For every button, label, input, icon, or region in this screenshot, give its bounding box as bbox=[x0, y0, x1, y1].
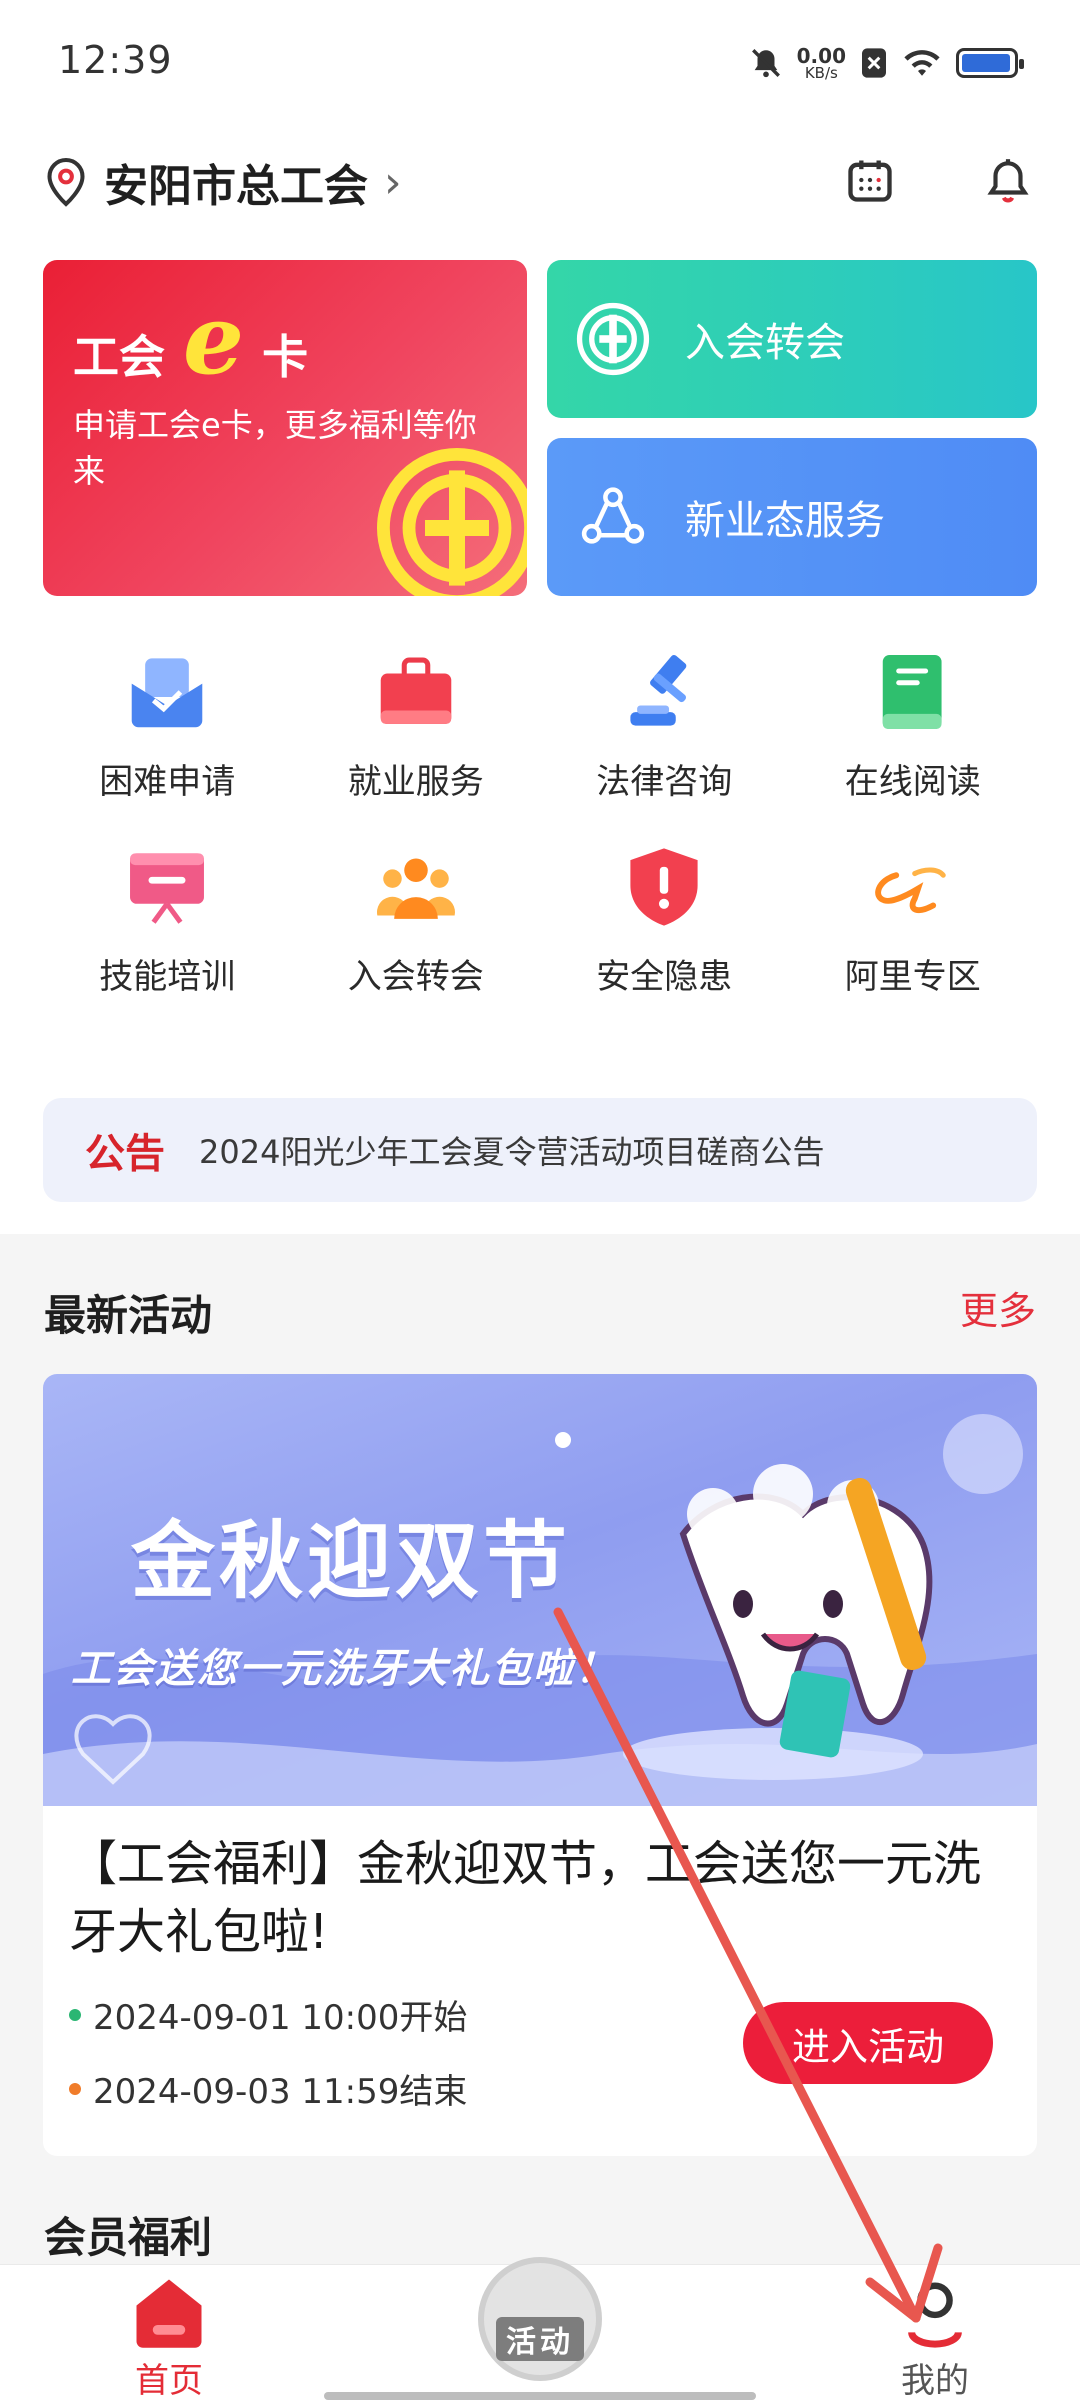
new-business-card[interactable]: 新业态服务 bbox=[547, 438, 1037, 596]
status-bar: 12:39 0.00 KB/s bbox=[0, 0, 1080, 130]
net-speed: 0.00 KB/s bbox=[797, 46, 846, 81]
activity-card[interactable]: 金秋迎双节 工会送您一元洗牙大礼包啦！ 【工会福利】金秋迎双节，工会送您一元洗牙… bbox=[43, 1374, 1037, 2156]
notice-bar[interactable]: 公告 2024阳光少年工会夏令营活动项目磋商公告 bbox=[43, 1098, 1037, 1202]
gavel-icon bbox=[630, 654, 687, 726]
sim-blocked-icon bbox=[862, 48, 886, 78]
ecard-banner[interactable]: 工会 e 卡 申请工会e卡，更多福利等你来 bbox=[43, 260, 527, 596]
enter-activity-button[interactable]: 进入活动 bbox=[743, 2002, 993, 2084]
banner-title: 金秋迎双节 bbox=[131, 1512, 572, 1610]
location-pin-icon bbox=[47, 157, 85, 207]
network-nodes-icon bbox=[581, 487, 645, 544]
activity-title: 【工会福利】金秋迎双节，工会送您一元洗牙大礼包啦! bbox=[69, 1836, 982, 1960]
envelope-icon bbox=[131, 658, 203, 728]
nav-mine[interactable]: 我的 bbox=[900, 2275, 970, 2402]
service-grid: 困难申请 就业服务 法律咨询 在线阅读 技能培训 入会转会 安全隐患 阿里专区 bbox=[43, 650, 1037, 998]
notice-text: 2024阳光少年工会夏令营活动项目磋商公告 bbox=[199, 1133, 825, 1171]
bell-icon bbox=[987, 159, 1029, 203]
calendar-icon bbox=[848, 160, 892, 202]
shield-alert-icon bbox=[630, 848, 698, 926]
bottom-nav: 首页 活动 我的 bbox=[0, 2257, 1080, 2408]
nav-activity[interactable]: 活动 bbox=[478, 2257, 602, 2381]
people-icon bbox=[376, 858, 455, 919]
location-name: 安阳市总工会 bbox=[104, 161, 368, 212]
grid-label: 阿里专区 bbox=[844, 957, 981, 997]
grid-item-legal[interactable]: 法律咨询 bbox=[540, 650, 789, 803]
header: 安阳市总工会 › bbox=[0, 130, 1080, 230]
nav-home-label: 首页 bbox=[135, 2361, 203, 2401]
nav-home[interactable]: 首页 bbox=[130, 2275, 208, 2402]
home-indicator[interactable] bbox=[324, 2392, 756, 2400]
grid-label: 就业服务 bbox=[347, 762, 484, 802]
join-transfer-label: 入会转会 bbox=[685, 320, 845, 366]
grid-item-hardship[interactable]: 困难申请 bbox=[43, 650, 292, 803]
status-icons: 0.00 KB/s bbox=[749, 38, 1024, 88]
grid-item-safety[interactable]: 安全隐患 bbox=[540, 845, 789, 998]
union-badge-icon bbox=[576, 302, 650, 376]
union-logo-icon bbox=[377, 448, 527, 596]
briefcase-icon bbox=[380, 657, 452, 724]
banner-subtitle: 工会送您一元洗牙大礼包啦！ bbox=[71, 1646, 617, 1692]
book-icon bbox=[882, 655, 942, 729]
grid-label: 在线阅读 bbox=[844, 762, 981, 802]
battery-icon bbox=[956, 48, 1024, 78]
activity-end-time: 2024-09-03 11:59结束 bbox=[69, 2064, 467, 2113]
end-dot bbox=[69, 2082, 81, 2095]
whiteboard-icon bbox=[130, 853, 205, 924]
ecard-title-e: e bbox=[183, 283, 245, 396]
grid-label: 困难申请 bbox=[99, 762, 236, 802]
start-dot bbox=[69, 2008, 81, 2021]
notice-tag: 公告 bbox=[85, 1130, 165, 1177]
calendar-button[interactable] bbox=[838, 148, 902, 212]
nav-activity-label: 活动 bbox=[496, 2317, 584, 2361]
grid-item-alibaba[interactable]: 阿里专区 bbox=[789, 845, 1038, 998]
latest-activities-title: 最新活动 bbox=[44, 1291, 213, 1340]
grid-label: 入会转会 bbox=[347, 957, 484, 997]
grid-item-join[interactable]: 入会转会 bbox=[292, 845, 541, 998]
grid-item-employment[interactable]: 就业服务 bbox=[292, 650, 541, 803]
join-transfer-card[interactable]: 入会转会 bbox=[547, 260, 1037, 418]
location-selector[interactable]: 安阳市总工会 › bbox=[44, 150, 402, 214]
alibaba-logo-icon bbox=[874, 867, 946, 914]
home-icon bbox=[136, 2279, 202, 2348]
grid-item-reading[interactable]: 在线阅读 bbox=[789, 650, 1038, 803]
grid-label: 技能培训 bbox=[99, 957, 236, 997]
start-text: 2024-09-01 10:00开始 bbox=[93, 1998, 468, 2038]
profile-icon bbox=[908, 2282, 962, 2348]
ecard-title-right: 卡 bbox=[262, 330, 309, 384]
net-speed-unit: KB/s bbox=[804, 63, 838, 82]
wifi-icon bbox=[904, 50, 940, 76]
mute-bell-icon bbox=[751, 49, 780, 78]
ecard-title-left: 工会 bbox=[73, 330, 165, 384]
ecard-title: 工会 e 卡 bbox=[73, 283, 309, 396]
more-activities-link[interactable]: 更多 bbox=[960, 1280, 1036, 1335]
notification-button[interactable] bbox=[976, 148, 1040, 212]
grid-label: 安全隐患 bbox=[596, 957, 733, 997]
activity-start-time: 2024-09-01 10:00开始 bbox=[69, 1990, 467, 2039]
net-speed-value: 0.00 bbox=[796, 43, 846, 68]
battery-level bbox=[962, 54, 1010, 72]
member-benefits-title: 会员福利 bbox=[44, 2213, 213, 2262]
grid-item-skills[interactable]: 技能培训 bbox=[43, 845, 292, 998]
grid-label: 法律咨询 bbox=[596, 762, 733, 802]
status-time: 12:39 bbox=[58, 38, 173, 82]
new-business-label: 新业态服务 bbox=[685, 498, 885, 544]
tooth-mascot-icon bbox=[623, 1464, 933, 1780]
activity-banner: 金秋迎双节 工会送您一元洗牙大礼包啦！ bbox=[43, 1374, 1037, 1806]
end-text: 2024-09-03 11:59结束 bbox=[93, 2072, 468, 2112]
chevron-right-icon: › bbox=[384, 156, 402, 208]
nav-mine-label: 我的 bbox=[901, 2361, 969, 2401]
